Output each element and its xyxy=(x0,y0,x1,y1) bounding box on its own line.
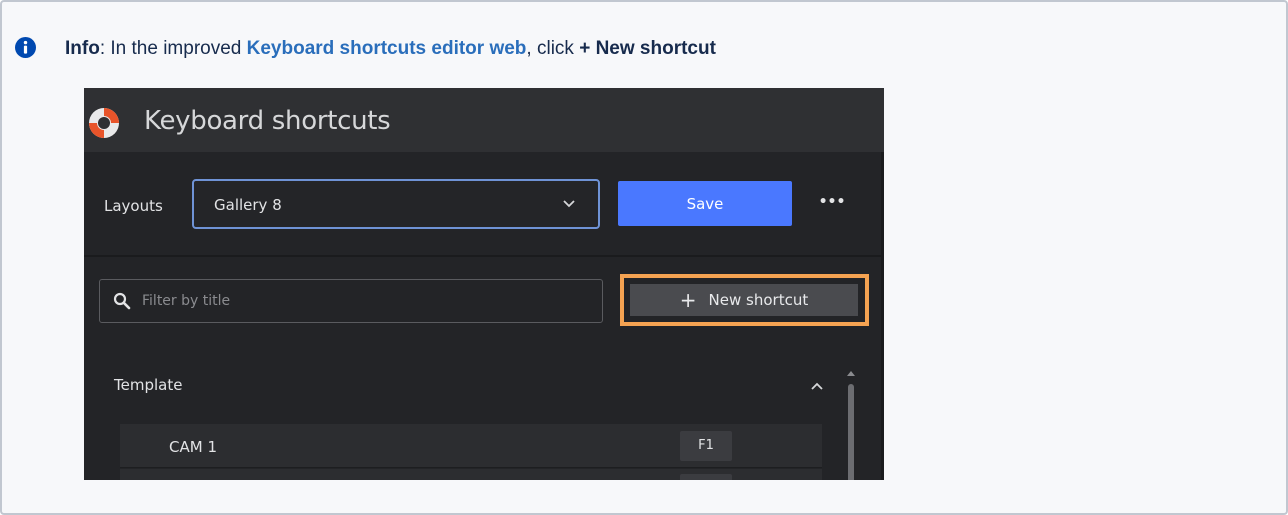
scroll-up-arrow-icon[interactable] xyxy=(847,370,855,376)
toolbar-divider xyxy=(84,255,881,257)
chevron-up-icon[interactable] xyxy=(810,381,824,391)
new-shortcut-button[interactable]: + New shortcut xyxy=(630,284,858,316)
app-titlebar: Keyboard shortcuts xyxy=(84,88,884,152)
layout-select[interactable]: Gallery 8 xyxy=(192,179,600,229)
shortcut-row[interactable]: CAM 1 F1 xyxy=(120,424,822,468)
info-icon xyxy=(15,37,36,58)
info-panel: Info: In the improved Keyboard shortcuts… xyxy=(0,0,1288,515)
app-title: Keyboard shortcuts xyxy=(144,106,391,136)
search-icon xyxy=(113,292,131,310)
group-header-template[interactable]: Template xyxy=(114,376,182,394)
keyboard-shortcuts-editor-link[interactable]: Keyboard shortcuts editor web xyxy=(247,38,527,59)
filter-placeholder: Filter by title xyxy=(142,293,231,309)
scrollbar-thumb[interactable] xyxy=(848,384,854,480)
more-options-button[interactable]: ••• xyxy=(818,192,846,212)
info-label: Info xyxy=(65,38,100,59)
keyboard-shortcuts-screenshot: Keyboard shortcuts Layouts Gallery 8 Sav… xyxy=(84,88,884,480)
info-separator: : xyxy=(99,38,111,59)
info-action-text: + New shortcut xyxy=(579,38,716,59)
shortcut-name: CAM 1 xyxy=(169,438,217,456)
filter-input[interactable]: Filter by title xyxy=(99,279,603,323)
plus-icon: + xyxy=(679,288,697,312)
app-logo-icon xyxy=(89,108,119,138)
layout-select-value: Gallery 8 xyxy=(214,196,282,214)
chevron-down-icon xyxy=(563,200,575,208)
save-button[interactable]: Save xyxy=(618,181,792,226)
layouts-label: Layouts xyxy=(104,197,163,215)
shortcut-row[interactable] xyxy=(120,469,822,480)
shortcut-key[interactable] xyxy=(680,474,732,480)
new-shortcut-label: New shortcut xyxy=(708,291,809,309)
shortcut-key[interactable]: F1 xyxy=(680,431,732,461)
info-text: Info: In the improved Keyboard shortcuts… xyxy=(65,38,716,60)
more-icon: ••• xyxy=(818,194,846,210)
info-text-before: In the improved xyxy=(110,38,247,59)
app-right-edge xyxy=(881,152,884,480)
info-text-middle: , click xyxy=(526,38,580,59)
